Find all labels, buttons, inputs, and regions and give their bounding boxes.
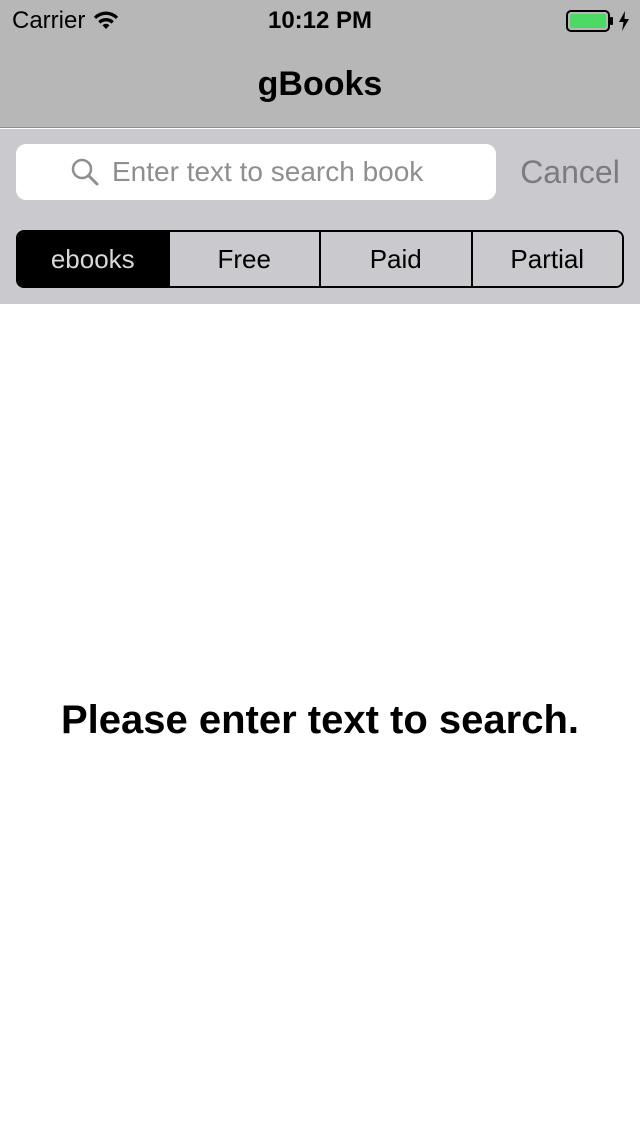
battery-icon	[566, 10, 613, 32]
segment-ebooks[interactable]: ebooks	[18, 232, 168, 286]
search-area: Cancel ebooks Free Paid Partial	[0, 129, 640, 304]
search-field[interactable]	[16, 144, 496, 200]
nav-title: gBooks	[257, 65, 383, 103]
results-area: Please enter text to search.	[0, 304, 640, 1136]
segment-paid[interactable]: Paid	[319, 232, 471, 286]
app-screen: Carrier 10:12 PM gBooks Enter text to se…	[0, 0, 640, 1136]
cancel-button[interactable]: Cancel	[510, 144, 630, 200]
search-icon	[71, 158, 99, 186]
search-input[interactable]	[112, 156, 442, 188]
battery-indicator	[566, 10, 630, 32]
category-segmented-control: ebooks Free Paid Partial	[16, 230, 624, 288]
empty-state-message: Please enter text to search.	[60, 698, 580, 742]
status-time: 10:12 PM	[267, 7, 373, 34]
status-bar: Carrier 10:12 PM	[0, 0, 640, 40]
top-bar: Carrier 10:12 PM gBooks	[0, 0, 640, 128]
segment-free[interactable]: Free	[167, 232, 319, 286]
segment-partial[interactable]: Partial	[470, 232, 622, 286]
charging-bolt-icon	[619, 11, 629, 31]
